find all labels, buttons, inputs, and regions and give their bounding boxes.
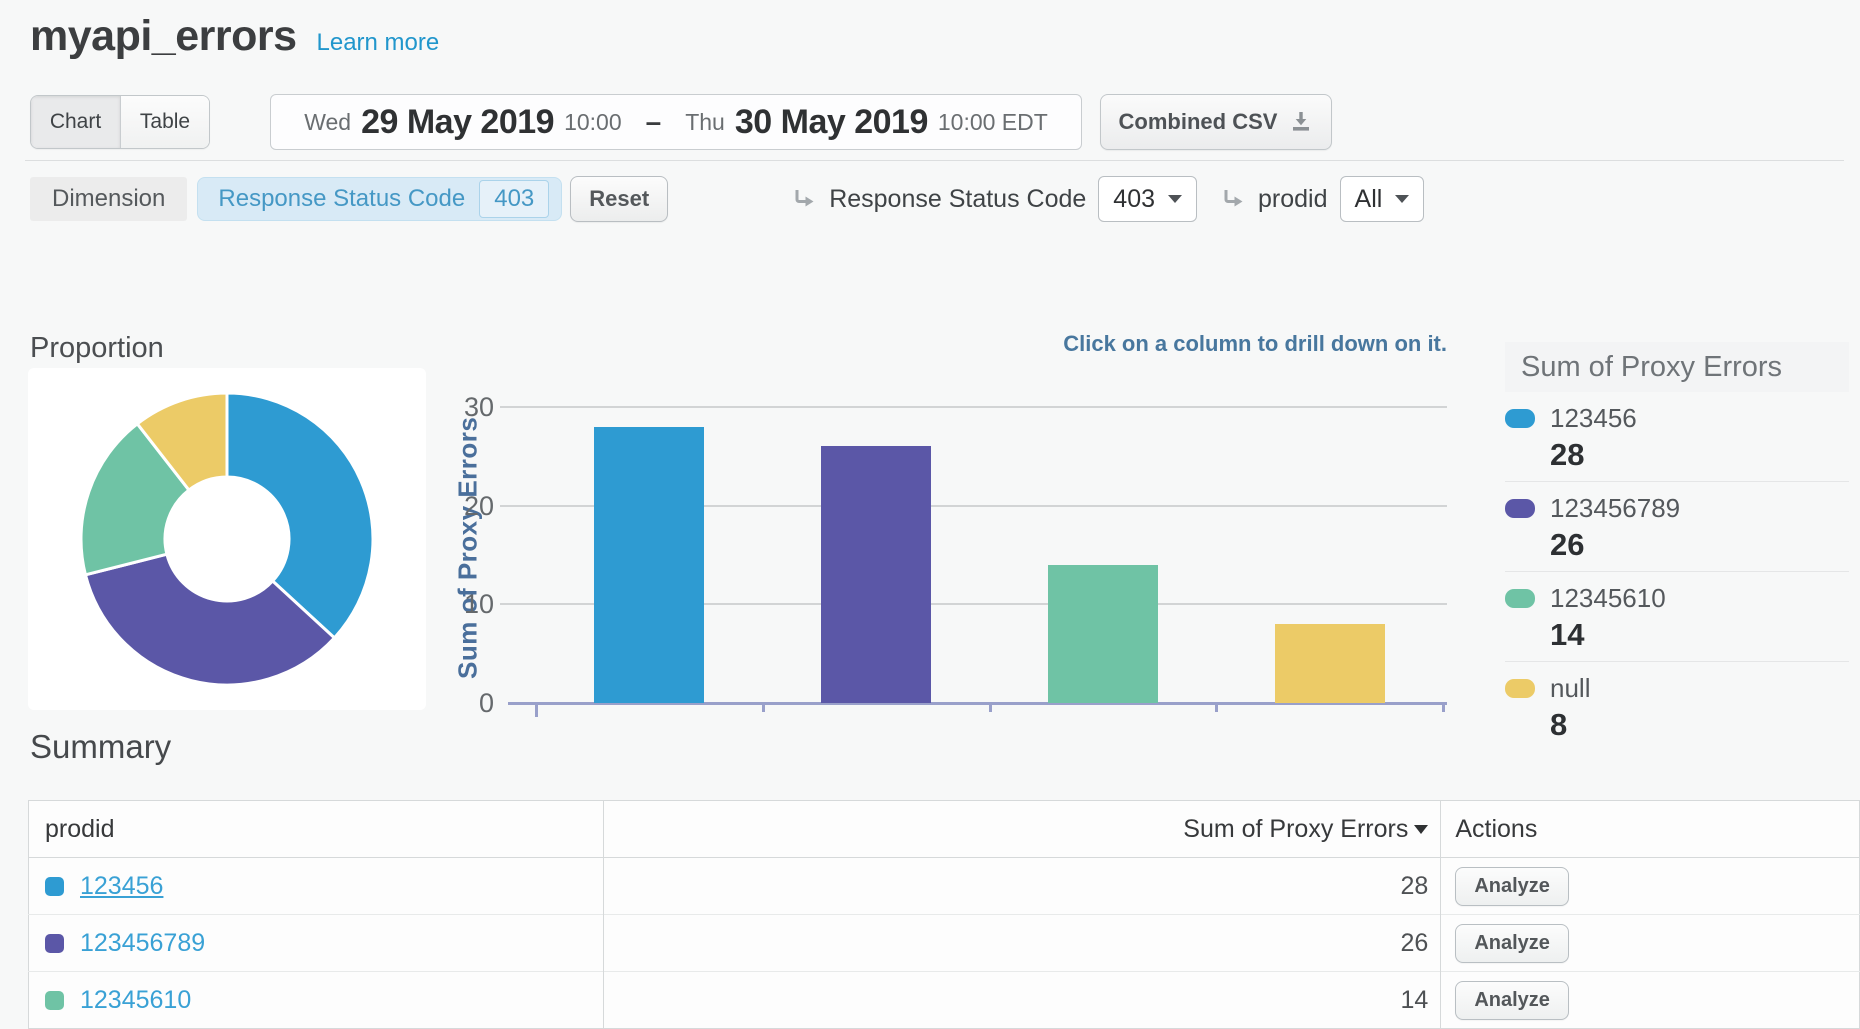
drilldown-arrow-icon [790,186,817,213]
legend-title: Sum of Proxy Errors [1505,342,1849,392]
prodid-link[interactable]: 123456789 [80,929,205,957]
legend-value: 14 [1550,617,1849,653]
view-toggle: Chart Table [30,95,210,149]
chart-legend: Sum of Proxy Errors 12345628123456789261… [1505,342,1849,751]
actions-cell: Analyze [1441,858,1860,915]
end-time: 10:00 EDT [938,109,1048,136]
analyze-button[interactable]: Analyze [1455,981,1569,1020]
legend-swatch [1505,409,1535,428]
legend-swatch [1505,499,1535,518]
legend-label: null [1550,673,1590,704]
prodid-cell: 123456 [29,858,604,915]
prodid-value: All [1355,185,1383,214]
prodid-select[interactable]: All [1340,176,1425,222]
legend-label: 123456789 [1550,493,1680,524]
end-date: 30 May 2019 [735,103,928,142]
chart-view-button[interactable]: Chart [31,96,120,148]
column-header-prodid: prodid [29,801,604,858]
table-view-button[interactable]: Table [120,96,209,148]
legend-items: 12345628123456789261234561014null8 [1505,392,1849,751]
drilldown-hint: Click on a column to drill down on it. [500,331,1447,357]
drilldown-arrow-icon [1219,186,1246,213]
bar-null[interactable] [1275,624,1385,703]
legend-label: 123456 [1550,403,1637,434]
filter-value-badge: 403 [479,180,549,218]
x-axis-tick [535,703,538,717]
date-range-picker[interactable]: Wed 29 May 2019 10:00 – Thu 30 May 2019 … [270,94,1082,150]
sort-desc-icon [1414,825,1428,834]
legend-item: 12345628 [1505,392,1849,482]
proportion-donut-card [28,368,426,710]
drilldown-dimension-label: Response Status Code [829,185,1086,214]
prodid-cell: 123456789 [29,915,604,972]
x-axis-tick [989,703,992,712]
analyze-button[interactable]: Analyze [1455,867,1569,906]
response-status-code-select[interactable]: 403 [1098,176,1197,222]
column-header-actions: Actions [1441,801,1860,858]
column-header-sum-of-proxy-errors: Sum of Proxy Errors [604,801,1441,858]
analyze-button[interactable]: Analyze [1455,924,1569,963]
page-title: myapi_errors [30,12,297,61]
table-row: 123456 28 Analyze [29,858,1860,915]
legend-swatch [1505,679,1535,698]
bar-12345610[interactable] [1048,565,1158,703]
summary-title: Summary [30,728,171,766]
active-filter-pill: Response Status Code 403 [197,177,562,221]
response-status-code-value: 403 [1113,185,1155,214]
chevron-down-icon [1395,195,1409,203]
learn-more-link[interactable]: Learn more [317,29,440,57]
chevron-down-icon [1168,195,1182,203]
prodid-swatch [45,877,64,896]
legend-value: 8 [1550,707,1849,743]
legend-item: 1234561014 [1505,572,1849,662]
y-tick-label: 30 [404,391,494,423]
filter-name: Response Status Code [218,185,465,213]
x-axis-tick [1215,703,1218,712]
start-day: Wed [304,109,351,136]
combined-csv-button[interactable]: Combined CSV [1100,94,1332,150]
toolbar-divider [25,160,1844,161]
prodid-link[interactable]: 12345610 [80,986,191,1014]
x-axis-tick [1442,703,1445,712]
range-separator: – [646,106,662,138]
legend-label: 12345610 [1550,583,1666,614]
end-day: Thu [685,109,725,136]
y-tick-label: 0 [404,687,494,719]
header: myapi_errors Learn more [30,12,439,61]
start-date: 29 May 2019 [361,103,554,142]
x-axis-tick [762,703,765,712]
legend-item: null8 [1505,662,1849,751]
legend-value: 26 [1550,527,1849,563]
prodid-swatch [45,991,64,1010]
bar-chart-y-axis-label: Sum of Proxy Errors [450,392,486,704]
sum-of-proxy-errors-cell: 28 [604,858,1441,915]
bar-chart-plot-area [500,390,1447,722]
table-header-row: prodid Sum of Proxy Errors Actions [29,801,1860,858]
start-time: 10:00 [564,109,622,136]
reset-button[interactable]: Reset [570,176,668,222]
legend-item: 12345678926 [1505,482,1849,572]
bar-123456[interactable] [594,427,704,703]
proportion-title: Proportion [30,332,164,365]
download-icon [1289,110,1313,134]
sum-of-proxy-errors-cell: 26 [604,915,1441,972]
y-tick-label: 10 [404,588,494,620]
table-row: 123456789 26 Analyze [29,915,1860,972]
summary-table: prodid Sum of Proxy Errors Actions 12345… [28,800,1860,1029]
proportion-donut-chart [28,368,426,710]
drilldown-dimension-label: prodid [1258,185,1328,214]
dimension-label: Dimension [30,177,187,221]
y-tick-label: 20 [404,490,494,522]
actions-cell: Analyze [1441,915,1860,972]
gridline [500,406,1447,408]
dimension-bar: Dimension Response Status Code 403 Reset… [30,176,1424,222]
sort-column-control[interactable]: Sum of Proxy Errors [1183,815,1428,844]
legend-swatch [1505,589,1535,608]
combined-csv-label: Combined CSV [1119,109,1278,135]
bar-123456789[interactable] [821,446,931,703]
prodid-swatch [45,934,64,953]
legend-value: 28 [1550,437,1849,473]
prodid-link[interactable]: 123456 [80,872,163,900]
